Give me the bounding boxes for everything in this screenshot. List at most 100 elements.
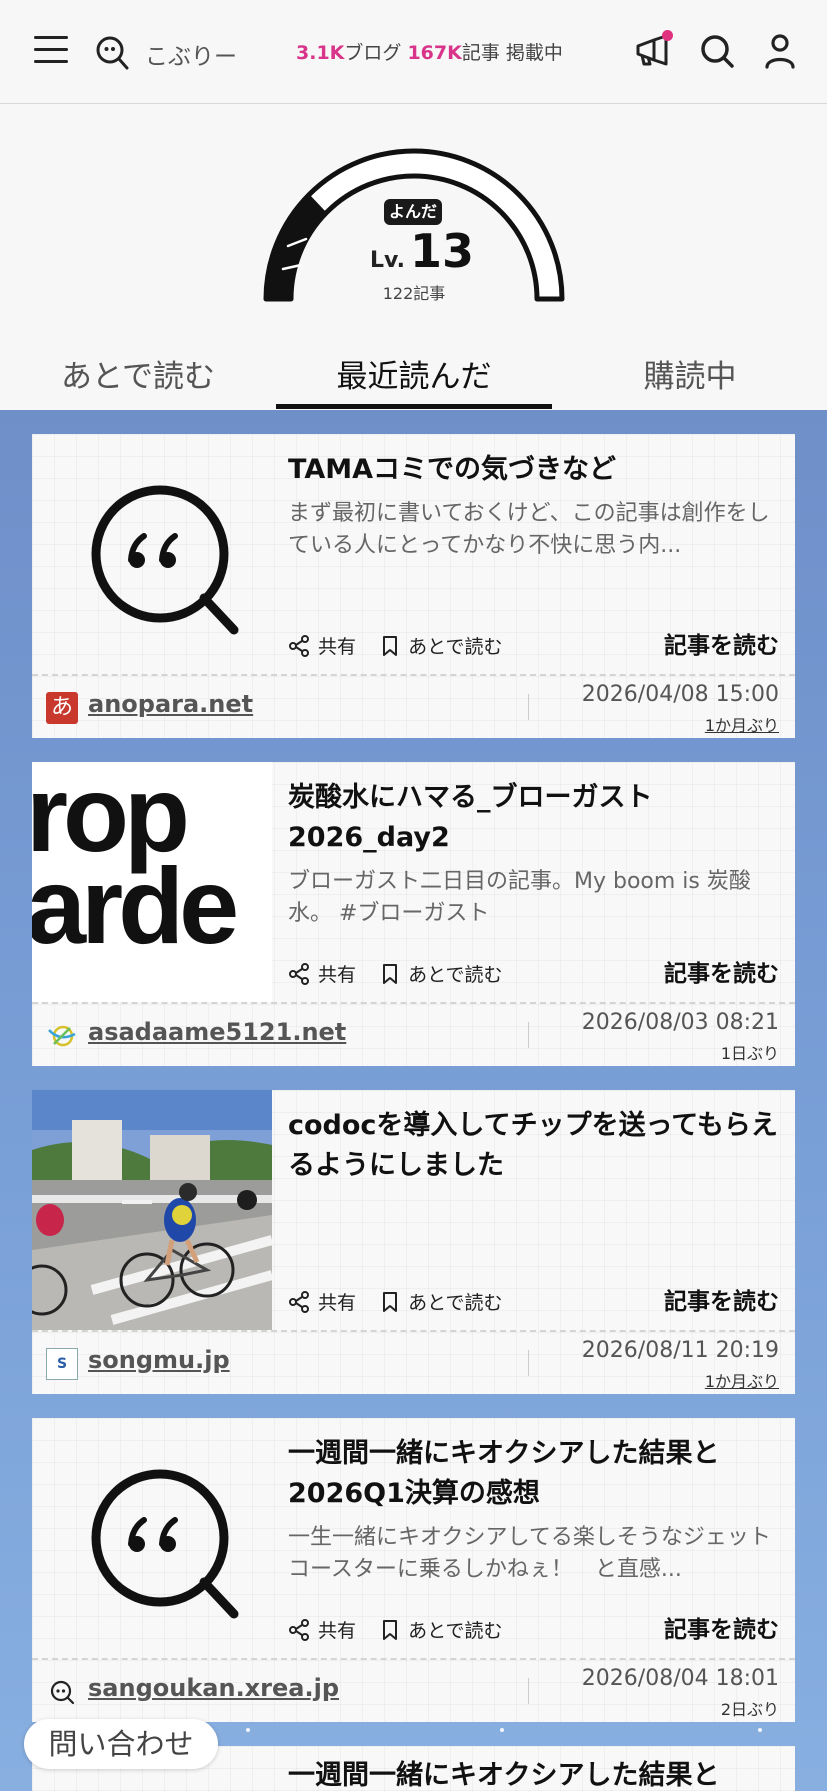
article-thumbnail[interactable] [32, 1090, 272, 1330]
site-logo-icon[interactable] [95, 35, 129, 71]
article-thumbnail[interactable] [32, 1418, 272, 1658]
share-button[interactable]: 共有 [288, 1616, 356, 1643]
share-button[interactable]: 共有 [288, 632, 356, 659]
read-badge: よんだ [384, 199, 442, 225]
level-display: Lv. 13 [370, 224, 474, 278]
article-footer: sangoukan.xrea.jp 2026/08/04 18:01 2日ぶり [32, 1658, 795, 1722]
article-title[interactable]: 一週間一緒にキオクシアした結果と2026Q1決算の感想 [288, 1434, 778, 1514]
read-later-label: あとで読む [408, 964, 503, 986]
article-thumbnail[interactable] [32, 434, 272, 674]
last-read-ago[interactable]: 1か月ぶり [705, 712, 779, 736]
article-feed[interactable]: TAMAコミでの気づきなど まず最初に書いておくけど、この記事は創作をしている人… [0, 410, 827, 1791]
site-name[interactable]: こぶりー [145, 37, 237, 71]
article-date: 2026/08/03 08:21 [581, 1010, 779, 1035]
app-header: こぶりー 3.1Kブログ 167K記事 掲載中 [0, 0, 827, 104]
read-later-label: あとで読む [408, 636, 503, 658]
thumbnail-text-line: arde [32, 845, 239, 966]
read-later-label: あとで読む [408, 1292, 503, 1314]
tab-read-later[interactable]: あとで読む [0, 344, 276, 410]
blogs-label: ブログ [344, 42, 402, 64]
article-actions: 共有 あとで読む [288, 632, 521, 662]
read-article-button[interactable]: 記事を読む [664, 1282, 779, 1316]
footer-divider [528, 1022, 529, 1048]
site-favicon: S [46, 1348, 78, 1380]
share-icon [289, 1290, 309, 1313]
share-label: 共有 [318, 964, 357, 986]
read-later-label: あとで読む [408, 1620, 503, 1642]
share-icon [289, 1618, 309, 1641]
contact-button[interactable]: 問い合わせ [24, 1719, 218, 1769]
read-article-button[interactable]: 記事を読む [664, 626, 779, 660]
last-read-ago: 2日ぶり [720, 1700, 779, 1719]
user-icon[interactable] [759, 30, 801, 72]
article-title[interactable]: 一週間一緒にキオクシアした結果と [288, 1756, 778, 1791]
article-card[interactable]: rop arde 炭酸水にハマる_ブローガスト2026_day2 ブローガスト二… [32, 762, 795, 1066]
read-later-button[interactable]: あとで読む [380, 632, 503, 659]
article-title[interactable]: 炭酸水にハマる_ブローガスト2026_day2 [288, 778, 778, 858]
share-icon [289, 634, 309, 657]
article-title[interactable]: codocを導入してチップを送ってもらえるようにしました [288, 1106, 778, 1186]
article-thumbnail[interactable]: rop arde [32, 762, 272, 1002]
bookmark-icon [383, 1619, 398, 1640]
share-icon [289, 962, 309, 985]
read-count: 122記事 [382, 284, 446, 303]
tab-recently-read[interactable]: 最近読んだ [276, 344, 552, 410]
site-favicon [50, 1680, 75, 1705]
bookmark-icon [383, 963, 398, 984]
article-card[interactable]: codocを導入してチップを送ってもらえるようにしました 共有 あとで読む 記事… [32, 1090, 795, 1394]
articles-count: 167K [407, 42, 462, 64]
article-domain[interactable]: asadaame5121.net [88, 1018, 346, 1046]
site-favicon: あ [46, 692, 78, 724]
thumbnail-text: rop arde [32, 762, 239, 966]
read-article-button[interactable]: 記事を読む [664, 1610, 779, 1644]
tab-subscribed[interactable]: 購読中 [552, 344, 827, 410]
article-actions: 共有 あとで読む [288, 960, 521, 990]
cycling-photo [32, 1090, 272, 1330]
level-prefix: Lv. [370, 248, 405, 273]
reading-level-gauge: よんだ Lv. 13 122記事 [0, 104, 827, 344]
article-description: まず最初に書いておくけど、この記事は創作をしている人にとってかなり不快に思う内.… [288, 501, 770, 558]
read-later-button[interactable]: あとで読む [380, 1616, 503, 1643]
article-card[interactable]: TAMAコミでの気づきなど まず最初に書いておくけど、この記事は創作をしている人… [32, 434, 795, 738]
share-button[interactable]: 共有 [288, 960, 356, 987]
tab-bar: あとで読む 最近読んだ 購読中 [0, 344, 827, 410]
read-later-button[interactable]: あとで読む [380, 960, 503, 987]
article-domain[interactable]: anopara.net [88, 690, 253, 718]
articles-label: 記事 掲載中 [461, 42, 563, 64]
last-read-ago: 1日ぶり [720, 1044, 779, 1063]
search-icon[interactable] [696, 30, 738, 72]
active-tab-indicator [276, 404, 552, 409]
blogs-count: 3.1K [296, 42, 345, 64]
footer-divider [528, 694, 529, 720]
article-date: 2026/08/11 20:19 [581, 1338, 779, 1363]
article-date: 2026/08/04 18:01 [581, 1666, 779, 1691]
article-domain[interactable]: sangoukan.xrea.jp [88, 1674, 339, 1702]
share-label: 共有 [318, 636, 357, 658]
article-title[interactable]: TAMAコミでの気づきなど [288, 450, 778, 490]
article-description: ブローガスト二日目の記事。My boom is 炭酸水。 #ブローガスト [288, 869, 751, 926]
share-label: 共有 [318, 1620, 357, 1642]
bookmark-icon [383, 1291, 398, 1312]
level-number: 13 [410, 224, 475, 278]
article-footer: S songmu.jp 2026/08/11 20:19 1か月ぶり [32, 1330, 795, 1394]
article-footer: asadaame5121.net 2026/08/03 08:21 1日ぶり [32, 1002, 795, 1066]
read-later-button[interactable]: あとで読む [380, 1288, 503, 1315]
read-article-button[interactable]: 記事を読む [664, 954, 779, 988]
article-footer: あ anopara.net 2026/04/08 15:00 1か月ぶり [32, 674, 795, 738]
last-read-ago[interactable]: 1か月ぶり [705, 1368, 779, 1392]
article-domain[interactable]: songmu.jp [88, 1346, 230, 1374]
article-description: 一生一緒にキオクシアしてる楽しそうなジェットコースターに乗るしかねぇ！ と直感.… [288, 1525, 771, 1582]
article-actions: 共有 あとで読む [288, 1288, 521, 1318]
share-label: 共有 [318, 1292, 357, 1314]
footer-divider [528, 1678, 529, 1704]
share-button[interactable]: 共有 [288, 1288, 356, 1315]
menu-icon[interactable] [34, 36, 68, 66]
article-card[interactable]: 一週間一緒にキオクシアした結果と2026Q1決算の感想 一生一緒にキオクシアして… [32, 1418, 795, 1722]
placeholder-logo-icon [91, 485, 239, 635]
site-favicon [48, 1025, 76, 1047]
bookmark-icon [383, 635, 398, 656]
site-stats: 3.1Kブログ 167K記事 掲載中 [296, 38, 563, 65]
footer-divider [528, 1350, 529, 1376]
placeholder-logo-icon [91, 1469, 239, 1619]
article-actions: 共有 あとで読む [288, 1616, 521, 1646]
